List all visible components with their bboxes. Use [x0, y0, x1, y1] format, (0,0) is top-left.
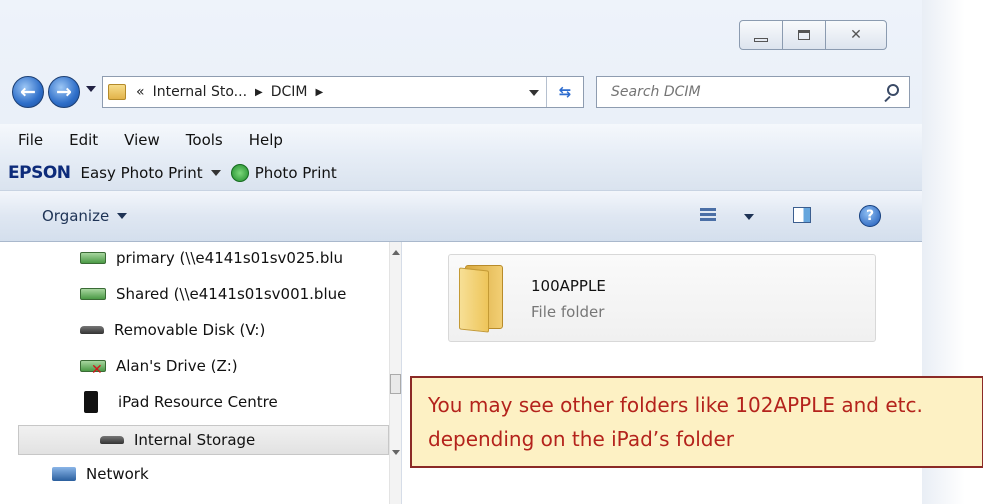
chevron-down-icon[interactable] [210, 170, 221, 176]
maximize-button[interactable] [782, 20, 826, 50]
breadcrumb-dcim[interactable]: DCIM [271, 84, 308, 100]
organize-button[interactable]: Organize [42, 207, 128, 225]
change-view-icon[interactable] [700, 208, 716, 224]
view-options-chevron-down-icon[interactable] [744, 214, 754, 220]
forward-button[interactable]: → [48, 76, 80, 108]
epson-logo: EPSON [8, 163, 71, 183]
tree-item-alans-drive[interactable]: ✕ Alan's Drive (Z:) [80, 352, 238, 380]
folder-type: File folder [531, 303, 605, 321]
easy-photo-print-button[interactable]: Easy Photo Print [81, 164, 203, 182]
removable-disk-icon [80, 326, 104, 334]
folder-name: 100APPLE [531, 277, 606, 295]
chevron-right-icon[interactable]: ▶ [316, 87, 324, 98]
chevron-right-icon[interactable]: ▶ [255, 87, 263, 98]
tree-item-label: Network [86, 465, 149, 483]
preview-pane-icon[interactable] [793, 207, 811, 223]
tree-item-ipad-resource-centre[interactable]: iPad Resource Centre [80, 388, 278, 416]
breadcrumb-internal-storage[interactable]: Internal Sto... [153, 84, 247, 100]
folder-icon [459, 261, 507, 333]
minimize-button[interactable] [739, 20, 783, 50]
breadcrumb-overflow[interactable]: « [136, 84, 145, 100]
menu-bar: File Edit View Tools Help [0, 124, 922, 156]
network-icon [52, 467, 76, 481]
refresh-icon: ⇆ [558, 83, 572, 101]
disconnected-drive-icon: ✕ [80, 360, 106, 377]
address-bar[interactable]: « Internal Sto... ▶ DCIM ▶ ⇆ [102, 76, 584, 108]
photo-print-icon[interactable] [230, 164, 249, 182]
folder-item-100apple[interactable]: 100APPLE File folder [448, 254, 876, 342]
epson-toolbar: EPSON Easy Photo Print Photo Print [0, 156, 922, 191]
menu-file[interactable]: File [8, 131, 53, 149]
photo-print-button[interactable]: Photo Print [255, 164, 337, 182]
tree-item-removable-disk[interactable]: Removable Disk (V:) [80, 316, 265, 344]
command-bar: Organize ? [0, 191, 922, 242]
folder-icon [108, 84, 126, 100]
tree-item-network[interactable]: Network [52, 460, 149, 488]
tree-item-label: Alan's Drive (Z:) [116, 357, 238, 375]
chevron-down-icon [117, 213, 128, 219]
search-box[interactable] [596, 76, 910, 108]
address-history-chevron-down-icon[interactable] [529, 90, 539, 96]
network-drive-icon [80, 288, 106, 300]
organize-label: Organize [42, 207, 110, 225]
tree-item-label: Internal Storage [134, 431, 256, 449]
menu-view[interactable]: View [114, 131, 170, 149]
tree-item-internal-storage[interactable]: Internal Storage [100, 426, 255, 454]
tree-item-label: primary (\\e4141s01sv025.blu [116, 249, 344, 267]
navigation-bar: ← → « Internal Sto... ▶ DCIM ▶ ⇆ [0, 70, 922, 112]
refresh-button[interactable]: ⇆ [546, 77, 583, 107]
navigation-pane: primary (\\e4141s01sv025.blu Shared (\\e… [0, 242, 402, 504]
network-drive-icon [80, 252, 106, 264]
storage-icon [100, 436, 124, 444]
maximize-icon [798, 30, 810, 40]
ipad-icon [84, 391, 98, 413]
arrow-left-icon: ← [20, 81, 36, 103]
search-input[interactable] [609, 83, 863, 101]
help-icon[interactable]: ? [859, 205, 881, 227]
tree-item-label: iPad Resource Centre [118, 393, 278, 411]
back-button[interactable]: ← [12, 76, 44, 108]
tree-item-primary[interactable]: primary (\\e4141s01sv025.blu [80, 244, 343, 272]
tree-item-label: Removable Disk (V:) [114, 321, 266, 339]
search-icon[interactable] [887, 84, 899, 96]
recent-pages-chevron-down-icon[interactable] [86, 86, 96, 92]
window-caption-buttons: ✕ [739, 20, 887, 50]
menu-tools[interactable]: Tools [176, 131, 233, 149]
minimize-icon [754, 38, 768, 42]
scroll-down-icon[interactable] [392, 450, 400, 455]
scroll-up-icon[interactable] [392, 250, 400, 255]
tree-item-label: Shared (\\e4141s01sv001.blue [116, 285, 347, 303]
menu-edit[interactable]: Edit [59, 131, 108, 149]
annotation-callout: You may see other folders like 102APPLE … [410, 376, 983, 468]
tree-item-shared[interactable]: Shared (\\e4141s01sv001.blue [80, 280, 346, 308]
close-button[interactable]: ✕ [825, 20, 887, 50]
arrow-right-icon: → [56, 81, 72, 103]
callout-text: You may see other folders like 102APPLE … [428, 393, 923, 451]
close-icon: ✕ [850, 27, 862, 43]
menu-help[interactable]: Help [239, 131, 293, 149]
scroll-thumb[interactable] [390, 374, 401, 394]
